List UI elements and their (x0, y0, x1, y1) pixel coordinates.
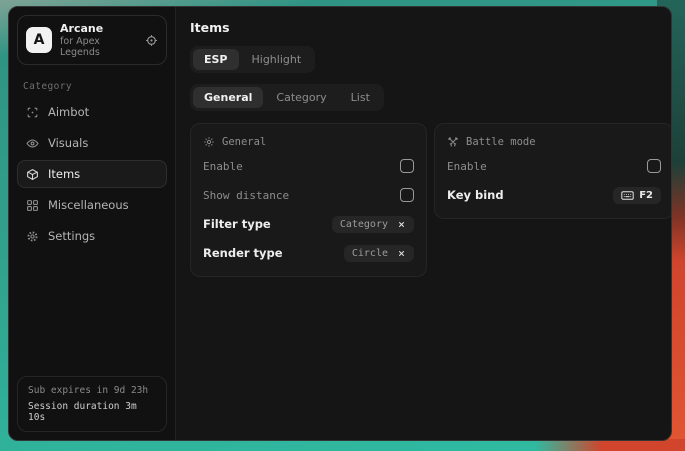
show-distance-checkbox[interactable] (400, 188, 414, 202)
tab-category[interactable]: Category (265, 87, 337, 108)
mode-tab-group: ESP Highlight (190, 46, 315, 73)
swords-icon (447, 136, 459, 148)
eye-icon (26, 137, 39, 150)
sidebar-item-label: Items (48, 167, 80, 181)
brand-text: Arcane for Apex Legends (60, 22, 137, 58)
main-content: Items ESP Highlight General Category Lis… (176, 7, 672, 440)
sidebar-item-aimbot[interactable]: Aimbot (17, 98, 167, 126)
brand-card: A Arcane for Apex Legends (17, 15, 167, 65)
render-type-value: Circle (352, 248, 388, 259)
keybind-value: F2 (639, 190, 653, 201)
sidebar-item-settings[interactable]: Settings (17, 222, 167, 250)
battle-mode-card-header: Battle mode (447, 136, 661, 148)
target-icon[interactable] (145, 34, 158, 47)
setting-label: Enable (203, 160, 243, 173)
gear-icon (26, 230, 39, 243)
setting-label: Show distance (203, 189, 289, 202)
setting-row-show-distance: Show distance (203, 184, 414, 206)
battle-mode-card-title: Battle mode (466, 136, 536, 148)
setting-label: Enable (447, 160, 487, 173)
tab-list[interactable]: List (340, 87, 381, 108)
x-icon[interactable] (397, 220, 406, 229)
view-tab-row: General Category List (190, 84, 672, 111)
sidebar-item-label: Aimbot (48, 105, 89, 119)
brand-logo: A (26, 27, 52, 53)
sidebar-section-label: Category (23, 81, 161, 92)
render-type-select[interactable]: Circle (344, 245, 414, 262)
battle-enable-checkbox[interactable] (647, 159, 661, 173)
keybind-button[interactable]: F2 (613, 187, 661, 204)
session-duration-text: Session duration 3m 10s (28, 401, 156, 423)
brand-subtitle: for Apex Legends (60, 36, 137, 58)
settings-cards: General Enable Show distance Filter type… (190, 123, 672, 277)
sub-expires-text: Sub expires in 9d 23h (28, 385, 156, 396)
enable-checkbox[interactable] (400, 159, 414, 173)
x-icon[interactable] (397, 249, 406, 258)
battle-mode-card: Battle mode Enable Key bind (434, 123, 672, 219)
setting-row-key-bind: Key bind F2 (447, 184, 661, 206)
setting-row-battle-enable: Enable (447, 155, 661, 177)
page-title: Items (190, 20, 672, 35)
sidebar-item-label: Miscellaneous (48, 198, 129, 212)
crosshair-icon (26, 106, 39, 119)
general-card: General Enable Show distance Filter type… (190, 123, 427, 277)
view-tab-group: General Category List (190, 84, 384, 111)
tab-general[interactable]: General (193, 87, 263, 108)
subscription-info-card: Sub expires in 9d 23h Session duration 3… (17, 376, 167, 432)
filter-type-select[interactable]: Category (332, 216, 414, 233)
app-window: A Arcane for Apex Legends Category (8, 6, 672, 441)
sidebar-item-label: Settings (48, 229, 95, 243)
setting-row-render-type: Render type Circle (203, 242, 414, 264)
sidebar-item-visuals[interactable]: Visuals (17, 129, 167, 157)
setting-row-filter-type: Filter type Category (203, 213, 414, 235)
filter-type-value: Category (340, 219, 388, 230)
grid-icon (26, 199, 39, 212)
keyboard-icon (621, 190, 634, 201)
general-card-title: General (222, 136, 266, 148)
sidebar-item-items[interactable]: Items (17, 160, 167, 188)
setting-label: Key bind (447, 188, 504, 202)
setting-label: Render type (203, 246, 283, 260)
tab-highlight[interactable]: Highlight (241, 49, 313, 70)
sun-icon (203, 136, 215, 148)
tab-esp[interactable]: ESP (193, 49, 239, 70)
setting-row-enable: Enable (203, 155, 414, 177)
mode-tab-row: ESP Highlight (190, 46, 672, 73)
sidebar-item-miscellaneous[interactable]: Miscellaneous (17, 191, 167, 219)
box-icon (26, 168, 39, 181)
sidebar: A Arcane for Apex Legends Category (9, 7, 176, 440)
brand-name: Arcane (60, 22, 137, 35)
sidebar-nav: Aimbot Visuals Items (9, 98, 175, 250)
sidebar-item-label: Visuals (48, 136, 88, 150)
general-card-header: General (203, 136, 414, 148)
setting-label: Filter type (203, 217, 271, 231)
